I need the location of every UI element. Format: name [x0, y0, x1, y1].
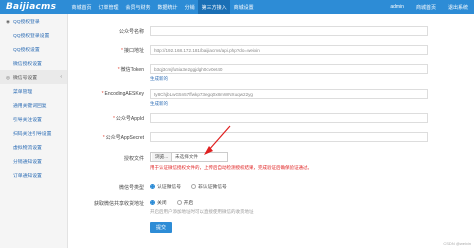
sidebar-item-7[interactable]: 引导关注设置: [0, 112, 67, 126]
sidebar-item-label: 菜单管理: [13, 89, 33, 95]
nav-item-5[interactable]: 第三方接入: [198, 0, 231, 14]
sidebar-item-label: QQ授权登录设置: [13, 33, 50, 39]
chevron-left-icon: ‹: [60, 74, 62, 80]
sidebar-item-0[interactable]: ◉ QQ授权登录: [0, 14, 67, 28]
sidebar-item-label: 扫码关注引导设置: [13, 131, 52, 137]
sidebar-item-label: 虚拟物流设置: [13, 145, 42, 151]
sidebar-item-1[interactable]: QQ授权登录设置: [0, 28, 67, 42]
nav-item-2[interactable]: 会员与财务: [122, 0, 154, 14]
app-logo[interactable]: Baijiacms: [0, 0, 68, 14]
sidebar-item-2[interactable]: QQ授权设置: [0, 42, 67, 56]
sidebar-item-11[interactable]: 订单通知设置: [0, 168, 67, 182]
sidebar-item-8[interactable]: 扫码关注引导设置: [0, 126, 67, 140]
nav-item-0[interactable]: 商城首页: [68, 0, 95, 14]
sidebar: ◉ QQ授权登录 QQ授权登录设置 QQ授权设置 微信授权设置 ◎ 微信号设置 ‹ 菜单管理通用…: [0, 14, 68, 248]
sidebar-item-9[interactable]: 虚拟物流设置: [0, 140, 67, 154]
sidebar-item-label: 微信号设置: [13, 75, 37, 81]
nav-item-1[interactable]: 订单管理: [95, 0, 122, 14]
nav-item-3[interactable]: 数据统计: [154, 0, 181, 14]
sidebar-item-label: QQ授权登录: [13, 19, 40, 25]
sidebar-item-label: 通用关键词回复: [13, 103, 47, 109]
sidebar-item-3[interactable]: 微信授权设置: [0, 56, 67, 70]
sidebar-item-label: QQ授权设置: [13, 47, 40, 53]
nav-item-4[interactable]: 分销: [181, 0, 198, 14]
sidebar-item-label: 引导关注设置: [13, 117, 42, 123]
wechat-icon: ◎: [6, 74, 10, 80]
sidebar-item-6[interactable]: 通用关键词回复: [0, 98, 67, 112]
sidebar-item-4[interactable]: ◎ 微信号设置 ‹: [0, 70, 67, 84]
watermark: CSDN @weixin: [443, 241, 471, 246]
settings-form: 公众号名称 *接口地址 http://192.168.172.181/baiji…: [68, 14, 474, 248]
top-right-menu: admin 商城首页 退出系统: [384, 0, 474, 14]
top-navbar: Baijiacms 商城首页 订单管理 会员与财务 数据统计 分销 第三方接入 商城设置 a…: [0, 0, 474, 14]
sidebar-item-label: 微信授权设置: [13, 61, 42, 67]
sidebar-item-label: 分销通知设置: [13, 159, 42, 165]
logout-link[interactable]: 退出系统: [442, 4, 474, 11]
sidebar-item-10[interactable]: 分销通知设置: [0, 154, 67, 168]
main-nav: 商城首页 订单管理 会员与财务 数据统计 分销 第三方接入 商城设置: [68, 0, 257, 14]
sidebar-item-label: 订单通知设置: [13, 173, 42, 179]
sidebar-item-5[interactable]: 菜单管理: [0, 84, 67, 98]
home-link[interactable]: 商城首页: [410, 4, 442, 11]
nav-item-6[interactable]: 商城设置: [230, 0, 257, 14]
qq-icon: ◉: [6, 18, 10, 24]
annotation-arrow: [204, 125, 231, 155]
user-name-link[interactable]: admin: [384, 4, 410, 10]
